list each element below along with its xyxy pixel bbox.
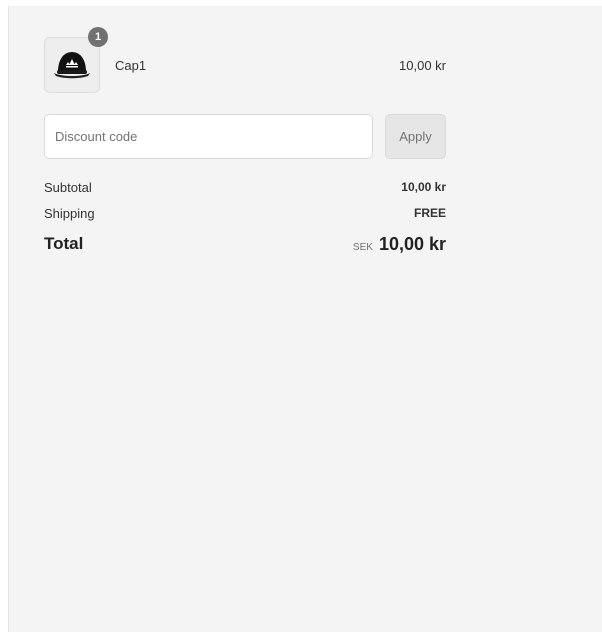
shipping-value: FREE: [413, 206, 446, 220]
product-price: 10,00 kr: [399, 58, 446, 73]
subtotal-value: 10,00 kr: [401, 180, 446, 194]
apply-button[interactable]: Apply: [385, 114, 446, 159]
total-label: Total: [44, 234, 84, 253]
total-value-group: SEK 10,00 kr: [353, 234, 446, 255]
subtotal-label: Subtotal: [44, 180, 92, 195]
product-name: Cap1: [115, 58, 147, 73]
line-item: 1 Cap1 10,00 kr: [44, 27, 446, 94]
currency-code: SEK: [352, 242, 373, 253]
product-thumbnail: 1: [44, 27, 108, 93]
total-amount: 10,00 kr: [378, 234, 446, 254]
discount-row: Apply: [44, 114, 446, 159]
shipping-label: Shipping: [44, 206, 95, 221]
order-summary-panel: 1 Cap1 10,00 kr Apply Subtotal 10,00 kr …: [8, 6, 602, 632]
quantity-badge: 1: [88, 27, 108, 47]
total-row: Total SEK 10,00 kr: [44, 234, 446, 258]
cap-icon: [52, 46, 92, 85]
discount-code-input[interactable]: [44, 114, 373, 159]
